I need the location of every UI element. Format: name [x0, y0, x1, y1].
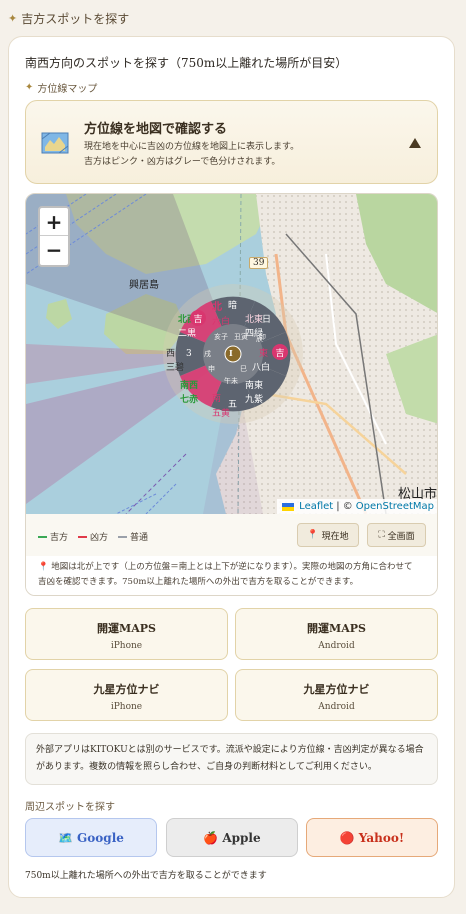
- legend-normal: 普通: [118, 530, 148, 543]
- dir-nw-sub: 二黒: [178, 329, 197, 339]
- current-location-button[interactable]: 📍 現在地: [297, 523, 359, 547]
- inner-b: 午未: [224, 377, 238, 385]
- nearby-title: 周辺スポットを探す: [25, 802, 115, 813]
- dir-e-mark: 吉: [272, 344, 288, 360]
- legend-unlucky-line: [78, 535, 88, 538]
- dir-s-sub: 五黄: [212, 409, 231, 419]
- inner-tl: 亥子: [214, 333, 228, 341]
- dir-n-star: 暗: [228, 301, 238, 311]
- dir-e-kan: 卯: [259, 333, 266, 341]
- land-small-island: [46, 299, 72, 329]
- ukraine-flag-icon: [282, 502, 295, 511]
- fullscreen-button[interactable]: ⛶ 全画面: [367, 523, 426, 547]
- map-legend: 吉方 凶方 普通: [38, 530, 148, 543]
- dir-se-sub: 九紫: [245, 395, 264, 405]
- zoom-in-button[interactable]: +: [40, 208, 68, 236]
- dir-nw-mark: 吉: [190, 310, 206, 326]
- legend-lucky-line: [38, 535, 47, 538]
- dir-n: 北: [212, 302, 222, 313]
- collapse-triangle-icon[interactable]: [409, 138, 421, 148]
- zoom-out-button[interactable]: −: [40, 236, 68, 264]
- fullscreen-icon: ⛶: [378, 530, 385, 540]
- apple-icon: 🍎: [203, 830, 219, 845]
- dir-se: 南東: [245, 381, 264, 391]
- google-maps-button[interactable]: 🗺️ Google: [25, 818, 157, 857]
- yahoo-icon: 🔴: [339, 830, 355, 845]
- dir-n-sub: 六白: [212, 317, 231, 327]
- map-icon: [41, 132, 69, 154]
- pin-icon: 📍: [307, 530, 319, 540]
- dir-e: 東: [259, 349, 269, 359]
- inner-l: 戌: [204, 350, 211, 358]
- section-title: 吉方スポットを探す: [21, 12, 130, 26]
- leaflet-link[interactable]: Leaflet: [299, 501, 333, 512]
- road-number-badge: 39: [249, 257, 269, 269]
- toggle-title: 方位線を地図で確認する: [84, 122, 228, 137]
- place-label-okinoshima[interactable]: 興居島: [129, 276, 159, 291]
- dir-ne: 北東: [245, 315, 264, 325]
- legend-unlucky: 凶方: [78, 530, 108, 543]
- dir-s: 南: [212, 394, 222, 404]
- app-kyusei-navi-android[interactable]: 九星方位ナビ Android: [235, 669, 438, 721]
- dir-w-num: 3: [186, 349, 192, 359]
- map-container: 39 興居島 松山市 北 暗 六白 北東 日 四緑 東 吉 八白 南東 九紫 南…: [25, 193, 438, 596]
- pin-icon: 📍: [38, 562, 49, 572]
- dir-ne-day: 日: [262, 315, 272, 325]
- dir-w-sub: 三碧: [166, 363, 185, 373]
- dir-w: 西: [166, 349, 176, 359]
- app-kaiun-maps-iphone[interactable]: 開運MAPS iPhone: [25, 608, 228, 660]
- map-canvas[interactable]: 39 興居島 松山市 北 暗 六白 北東 日 四緑 東 吉 八白 南東 九紫 南…: [26, 194, 437, 514]
- zoom-control: + −: [38, 206, 70, 267]
- map-attribution: Leaflet | © OpenStreetMap: [277, 499, 437, 514]
- dir-sw: 南西: [180, 381, 199, 391]
- osm-link[interactable]: OpenStreetMap: [356, 501, 434, 512]
- spot-card: 南西方向のスポットを探す（750m以上離れた場所が目安） ✦ 方位線マップ 方位…: [8, 36, 455, 898]
- inner-tr: 丑寅: [234, 333, 248, 341]
- legend-lucky: 吉方: [38, 530, 68, 543]
- dir-sw-sub: 七赤: [180, 395, 199, 405]
- external-app-disclaimer: 外部アプリはKITOKUとは別のサービスです。流派や設定により方位線・吉凶判定が…: [25, 733, 438, 785]
- legend-normal-line: [118, 535, 128, 538]
- card-title: 南西方向のスポットを探す（750m以上離れた場所が目安）: [25, 56, 348, 70]
- inner-br: 巳: [240, 365, 247, 373]
- map-note: 📍 地図は北が上です（上の方位盤＝南上とは上下が逆になります）。実際の地図の方角…: [26, 556, 437, 595]
- compass-center: I: [229, 348, 233, 358]
- star-icon: ✦: [8, 12, 18, 25]
- toggle-description: 現在地を中心に吉凶の方位線を地図上に表示します。 吉方はピンク・凶方はグレーで色…: [84, 142, 300, 167]
- attribution-separator: | ©: [336, 501, 353, 512]
- footer-note: 750m以上離れた場所への外出で吉方を取ることができます: [25, 871, 267, 881]
- app-kyusei-navi-iphone[interactable]: 九星方位ナビ iPhone: [25, 669, 228, 721]
- map-toggle-panel[interactable]: 方位線を地図で確認する 現在地を中心に吉凶の方位線を地図上に表示します。 吉方は…: [25, 100, 438, 184]
- star-icon: ✦: [25, 82, 34, 93]
- dir-e-sub: 八白: [252, 363, 271, 373]
- app-kaiun-maps-android[interactable]: 開運MAPS Android: [235, 608, 438, 660]
- inner-bl: 申: [208, 365, 215, 373]
- section-header: ✦ 吉方スポットを探す: [8, 10, 129, 27]
- apple-maps-button[interactable]: 🍎 Apple: [166, 818, 298, 857]
- map-icon: 🗺️: [58, 830, 74, 845]
- map-section-title: 方位線マップ: [37, 84, 98, 95]
- map-section-header: ✦ 方位線マップ: [25, 80, 97, 95]
- yahoo-maps-button[interactable]: 🔴 Yahoo!: [306, 818, 438, 857]
